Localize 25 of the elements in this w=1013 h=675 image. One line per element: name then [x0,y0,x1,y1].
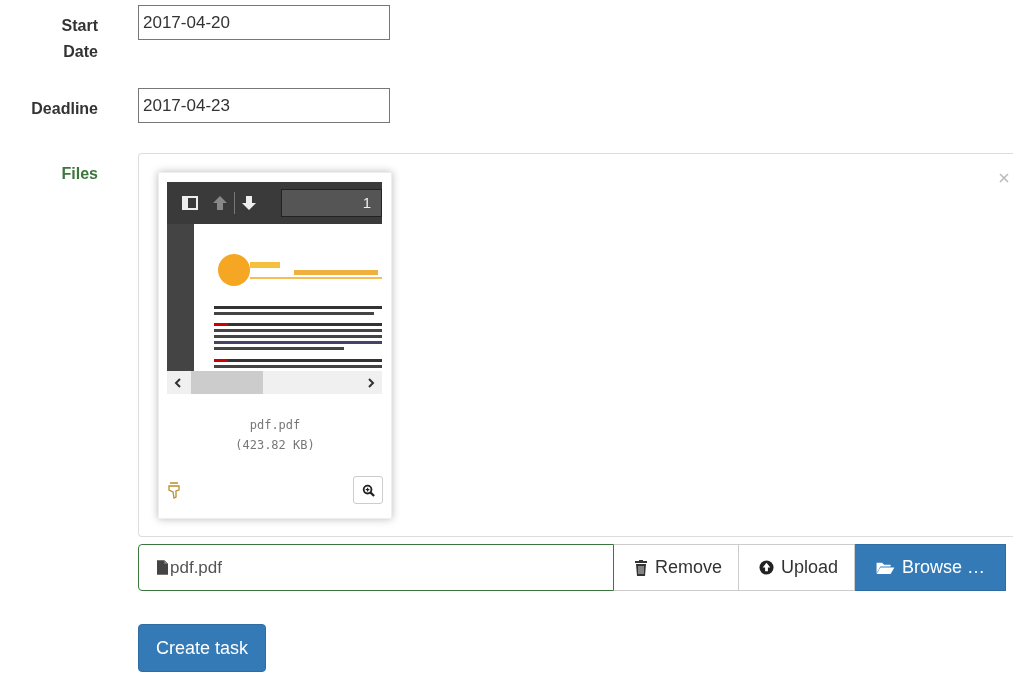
upload-button[interactable]: Upload [739,544,856,591]
folder-icon [875,560,896,575]
create-task-button[interactable]: Create task [138,624,267,672]
page-number-field[interactable]: 1 [281,189,382,217]
scroll-left-icon[interactable] [173,377,183,388]
zoom-in-icon [361,483,375,497]
scroll-right-icon[interactable] [366,377,376,388]
trash-icon [634,559,648,576]
field-label: Start Date [60,16,98,62]
field-label: Deadline [30,99,98,119]
upload-icon [759,560,775,575]
date-input[interactable]: 2017-04-23 [138,88,390,123]
sidebar-toggle-icon[interactable] [182,195,198,211]
date-input[interactable]: 2017-04-20 [138,5,390,40]
files-label: Files [60,164,98,184]
file-icon [157,560,168,575]
file-name: pdf.pdf [248,418,302,432]
zoom-button[interactable] [353,476,383,504]
scrollbar-thumb[interactable] [191,371,263,394]
up-arrow-icon[interactable] [212,195,228,211]
browse-button[interactable]: Browse … [855,544,1007,591]
file-caption-field[interactable]: pdf.pdf [138,544,614,591]
file-size: (423.82 KB) [234,438,316,452]
remove-button[interactable]: Remove [614,544,740,591]
down-arrow-icon[interactable] [241,195,257,211]
